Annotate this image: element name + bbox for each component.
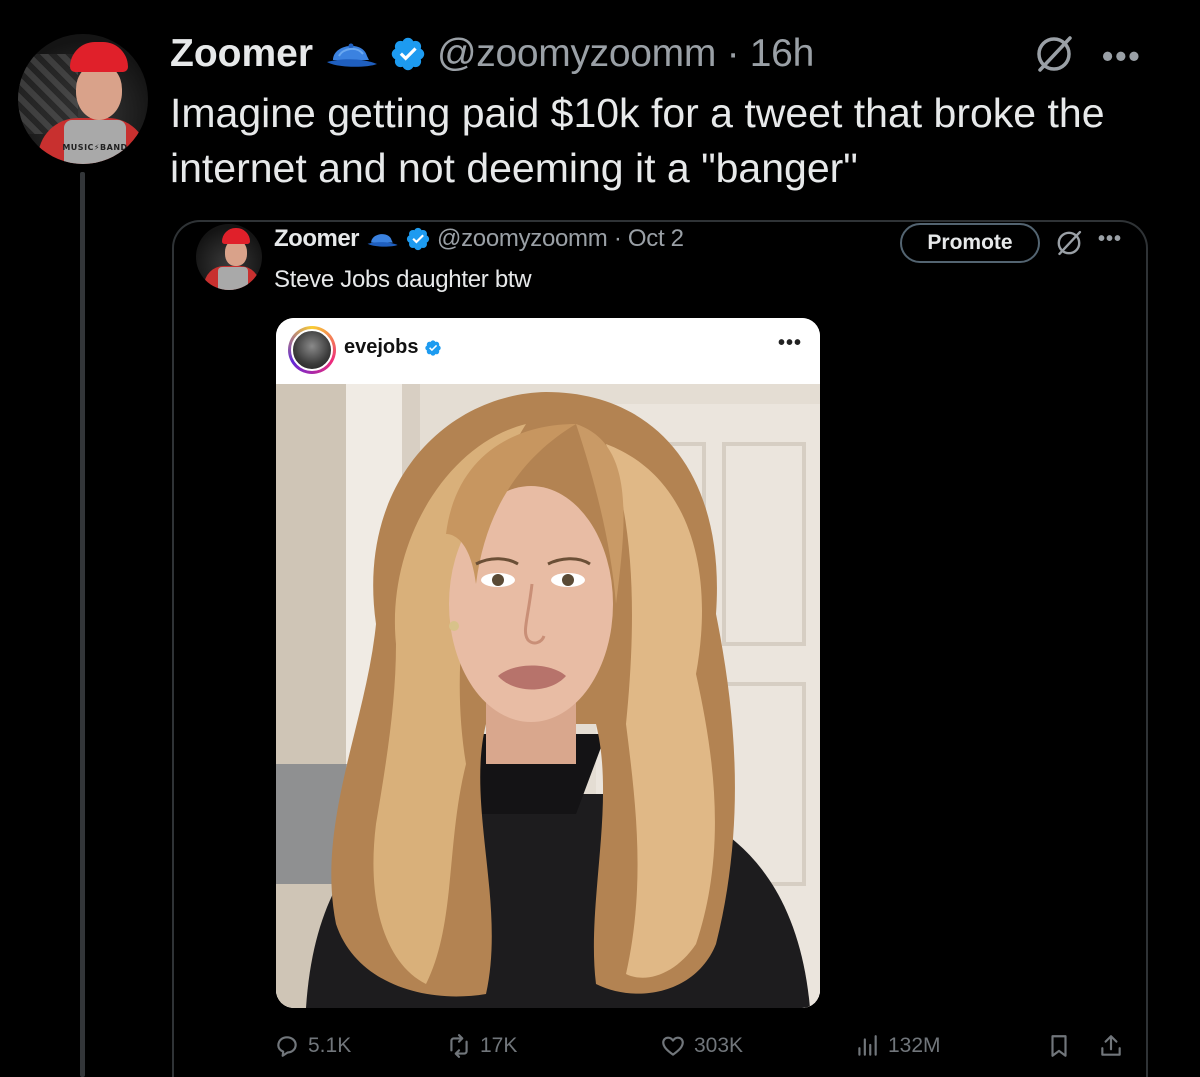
share-button[interactable] [1098, 1028, 1124, 1064]
more-icon[interactable]: ••• [1098, 228, 1122, 251]
grok-icon[interactable] [1054, 228, 1084, 258]
instagram-avatar-photo [291, 329, 333, 371]
like-button[interactable]: 303K [660, 1028, 743, 1064]
avatar-shirt: MUSIC⚡BAND [62, 120, 128, 164]
handle-and-timestamp[interactable]: @zoomyzoomm · 16h [437, 32, 814, 76]
bookmark-icon [1051, 1035, 1067, 1057]
reply-icon [277, 1036, 297, 1057]
tweet-header: Zoomer @zoomyzoomm · 16h [170, 30, 814, 78]
share-icon [1101, 1035, 1121, 1056]
embedded-instagram-screenshot[interactable]: evejobs ••• [276, 318, 820, 1008]
quoted-avatar[interactable] [196, 224, 262, 290]
thread-line [80, 172, 85, 1077]
quoted-avatar-cap [222, 228, 250, 244]
reply-count: 5.1K [308, 1034, 352, 1057]
tweet-text: Imagine getting paid $10k for a tweet th… [170, 90, 1105, 191]
quoted-handle-and-date[interactable]: @zoomyzoomm · Oct 2 [437, 225, 684, 253]
avatar-cap [70, 42, 128, 72]
verified-badge-icon [424, 339, 442, 357]
instagram-post-header: evejobs ••• [276, 318, 820, 384]
views-button[interactable]: 132M [854, 1028, 941, 1064]
instagram-username: evejobs [344, 336, 419, 358]
quoted-tweet-text: Steve Jobs daughter btw [274, 266, 532, 293]
repost-icon [450, 1034, 468, 1058]
bookmark-button[interactable] [1046, 1028, 1072, 1064]
view-count: 132M [888, 1034, 941, 1057]
avatar-face [76, 64, 122, 120]
like-count: 303K [694, 1034, 744, 1057]
reply-button[interactable]: 5.1K [274, 1028, 351, 1064]
avatar[interactable]: MUSIC⚡BAND [18, 34, 148, 164]
tweet-action-bar: 5.1K 17K 303K 132M [274, 1028, 1134, 1064]
blue-cap-emoji-icon [365, 227, 399, 251]
quoted-tweet-header: Zoomer @zoomyzoomm · Oct 2 [274, 222, 684, 256]
portrait-photo [276, 384, 820, 1008]
tweet-detail-page: MUSIC⚡BAND Zoomer @zoomyzoomm · 16h ••• … [0, 0, 1200, 1077]
portrait-illustration [276, 384, 820, 1008]
blue-cap-emoji-icon [323, 34, 379, 74]
more-icon[interactable]: ••• [1102, 38, 1142, 75]
repost-button[interactable]: 17K [446, 1028, 517, 1064]
display-name[interactable]: Zoomer [170, 32, 313, 76]
quoted-tweet-card[interactable]: Zoomer @zoomyzoomm · Oct 2 Steve Jobs da… [172, 220, 1148, 1077]
grok-icon[interactable] [1032, 32, 1076, 76]
views-chart-icon [858, 1035, 877, 1056]
quoted-avatar-shirt [218, 267, 248, 290]
instagram-username-row: evejobs [344, 336, 442, 359]
quoted-display-name[interactable]: Zoomer [274, 225, 360, 253]
verified-badge-icon[interactable] [389, 35, 427, 73]
verified-badge-icon[interactable] [405, 226, 431, 252]
more-icon: ••• [777, 332, 802, 354]
repost-count: 17K [480, 1034, 518, 1057]
promote-button[interactable]: Promote [900, 223, 1040, 263]
avatar-shirt-text: MUSIC⚡BAND [62, 142, 128, 152]
heart-icon [662, 1036, 684, 1056]
instagram-avatar [288, 326, 336, 374]
